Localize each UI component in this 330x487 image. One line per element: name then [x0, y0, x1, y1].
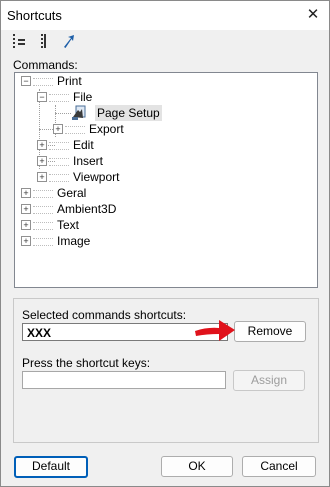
expand-icon[interactable]: +: [37, 156, 47, 166]
tree-node-label: File: [73, 90, 93, 104]
expand-icon[interactable]: +: [21, 220, 31, 230]
collapse-icon[interactable]: −: [37, 92, 47, 102]
node-icon: [49, 94, 69, 102]
tree-node-label: Print: [57, 74, 82, 88]
toolbar: [1, 30, 329, 52]
node-icon: [33, 238, 53, 246]
node-icon: [33, 206, 53, 214]
shortcut-keys-field[interactable]: [22, 371, 226, 389]
assign-button[interactable]: Assign: [233, 370, 305, 391]
collapse-icon[interactable]: −: [21, 76, 31, 86]
tree-node-label: Edit: [73, 138, 94, 152]
node-icon: [49, 142, 69, 150]
node-icon: [33, 222, 53, 230]
node-icon: [49, 158, 69, 166]
tree-expand-icon[interactable]: [10, 32, 28, 50]
jump-arrow-icon[interactable]: [60, 32, 78, 50]
title-bar: Shortcuts ✕: [1, 1, 329, 30]
node-icon: [49, 174, 69, 182]
node-icon: [33, 190, 53, 198]
expand-icon[interactable]: +: [21, 236, 31, 246]
close-button[interactable]: ✕: [301, 4, 325, 26]
tree-node-label: Text: [57, 218, 80, 232]
tree-node-label: Insert: [73, 154, 104, 168]
tree-node-label: Ambient3D: [57, 202, 117, 216]
tree-node-label: Geral: [57, 186, 87, 200]
node-icon: [65, 126, 85, 134]
tree-collapse-icon[interactable]: [35, 32, 53, 50]
commands-label: Commands:: [13, 58, 78, 72]
selected-shortcuts-label: Selected commands shortcuts:: [22, 308, 187, 322]
cancel-button[interactable]: Cancel: [242, 456, 316, 477]
commands-tree[interactable]: − Print − File Page Setup + Export + Edi…: [14, 72, 318, 288]
tree-node-label: Export: [89, 122, 124, 136]
tree-node-label: Viewport: [73, 170, 120, 184]
tree-node-label: Image: [57, 234, 91, 248]
node-icon: [33, 78, 53, 86]
default-button[interactable]: Default: [14, 456, 88, 478]
ok-button[interactable]: OK: [161, 456, 233, 477]
tree-node-label: Page Setup: [95, 105, 162, 121]
expand-icon[interactable]: +: [37, 172, 47, 182]
page-setup-icon: [71, 105, 91, 121]
expand-icon[interactable]: +: [37, 140, 47, 150]
press-keys-label: Press the shortcut keys:: [22, 356, 151, 370]
shortcuts-dialog: Shortcuts ✕ Commands: − Print − File Pag…: [0, 0, 330, 487]
expand-icon[interactable]: +: [53, 124, 63, 134]
dialog-title: Shortcuts: [7, 8, 62, 23]
remove-button[interactable]: Remove: [234, 321, 306, 342]
annotation-arrow-icon: [193, 314, 237, 349]
expand-icon[interactable]: +: [21, 204, 31, 214]
expand-icon[interactable]: +: [21, 188, 31, 198]
